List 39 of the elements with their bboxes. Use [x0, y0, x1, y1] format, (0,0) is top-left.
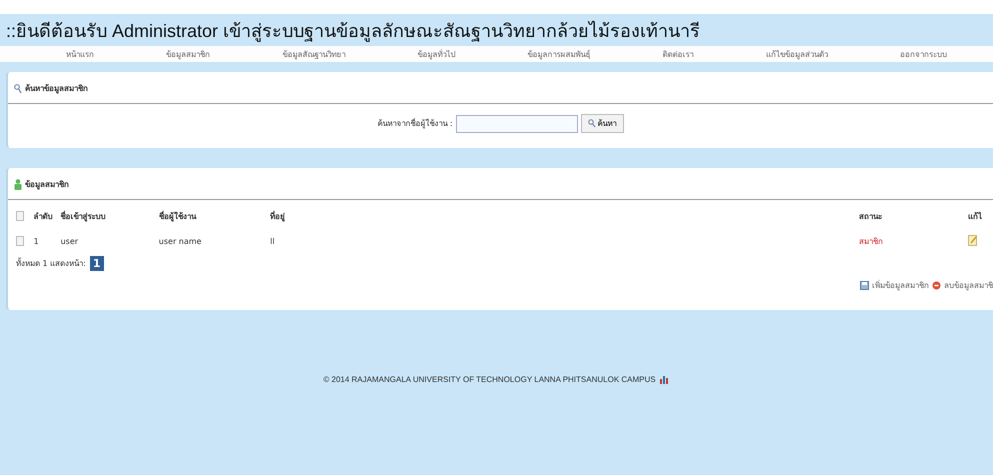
search-button[interactable]: ค้นหา	[580, 114, 624, 133]
nav-link[interactable]: ข้อมูลการผสมพันธุ์	[528, 48, 591, 60]
status-text: สมาชิก	[858, 236, 884, 248]
table-cell-text: ll	[270, 236, 276, 248]
user-icon	[14, 179, 22, 190]
action-link[interactable]: ลบข้อมูลสมาชิ	[944, 279, 993, 292]
save-icon	[860, 281, 869, 290]
panel-title: ข้อมูลสมาชิก	[25, 179, 69, 191]
edit-icon[interactable]	[968, 235, 978, 246]
search-field[interactable]	[456, 114, 578, 132]
action-link[interactable]: เพิ่มข้อมูลสมาชิก	[872, 279, 929, 292]
page-title: ::ยินดีต้อนรับ Administrator เข้าสู่ระบบฐานข้อมูลลักษณะสัณฐานวิทยากล้วยไม้รองเท้านารี	[6, 20, 700, 44]
column-header: แก้ไ	[966, 210, 983, 223]
nav-link[interactable]: ข้อมูลสมาชิก	[166, 48, 210, 60]
search-label: ค้นหาจากชื่อผู้ใช้งาน :	[377, 117, 453, 130]
table-cell-text: user name	[158, 236, 202, 248]
checkbox[interactable]	[16, 210, 24, 220]
column-header: ลำดับ	[32, 211, 54, 223]
nav-link[interactable]: ข้อมูลสัณฐานวิทยา	[282, 48, 346, 60]
delete-icon	[932, 281, 941, 290]
column-header: ชื่อเข้าสู่ระบบ	[60, 210, 107, 224]
column-header: ชื่อผู้ใช้งาน	[156, 204, 270, 229]
search-icon	[14, 84, 22, 94]
nav-link[interactable]: ข้อมูลทั่วไป	[417, 48, 456, 60]
panel-title: ค้นหาข้อมูลสมาชิก	[25, 83, 88, 95]
page-link[interactable]: 1	[90, 256, 104, 271]
column-header: สถานะ	[858, 211, 883, 223]
table-cell-text: user	[60, 236, 80, 248]
total-count: ทั้งหมด 1 แสดงหน้า:	[16, 257, 86, 270]
search-icon	[588, 119, 596, 128]
nav-link[interactable]: ออกจากระบบ	[900, 48, 947, 60]
checkbox[interactable]	[16, 236, 24, 246]
nav-link[interactable]: แก้ไขข้อมูลส่วนตัว	[766, 48, 828, 60]
column-header: ที่อยู่	[270, 210, 286, 224]
nav-link[interactable]: หน้าแรก	[66, 48, 94, 60]
nav-link[interactable]: ติดต่อเรา	[662, 48, 694, 60]
footer-text: © 2014 RAJAMANGALA UNIVERSITY OF TECHNOLOGY LANNA PHITSANULOK CAMPUS	[323, 375, 656, 384]
table-cell-text: 1	[32, 236, 40, 248]
bar-chart-icon	[660, 375, 670, 384]
